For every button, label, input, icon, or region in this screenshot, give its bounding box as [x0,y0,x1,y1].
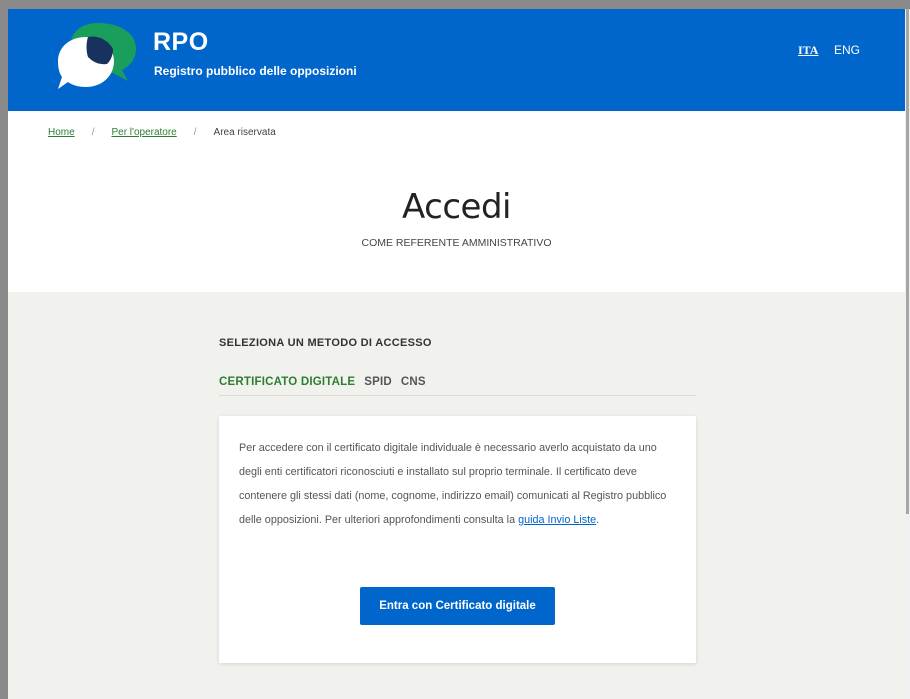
page-viewport: RPO Registro pubblico delle opposizioni … [8,9,905,699]
tab-certificato-digitale[interactable]: CERTIFICATO DIGITALE [219,376,355,395]
tab-spid[interactable]: SPID [364,376,392,395]
tab-cns[interactable]: CNS [401,376,426,395]
breadcrumb: Home / Per l'operatore / Area riservata [48,127,276,138]
scrollbar-thumb[interactable] [906,9,909,514]
speech-bubbles-logo-icon[interactable] [58,19,140,94]
site-subtitle: Registro pubblico delle opposizioni [154,64,357,78]
language-ita-link[interactable]: ITA [798,43,818,58]
certificate-info-card: Per accedere con il certificato digitale… [219,416,696,663]
page-title: Accedi [402,187,512,227]
login-certificate-button[interactable]: Entra con Certificato digitale [360,587,555,625]
breadcrumb-current: Area riservata [213,127,276,138]
site-header: RPO Registro pubblico delle opposizioni … [8,9,905,111]
page-subtitle: COME REFERENTE AMMINISTRATIVO [361,237,552,249]
info-text-before-link: Per accedere con il certificato digitale… [239,442,667,526]
guida-invio-liste-link[interactable]: guida Invio Liste [518,514,596,526]
access-method-heading: SELEZIONA UN METODO DI ACCESSO [219,337,432,349]
access-section: SELEZIONA UN METODO DI ACCESSO CERTIFICA… [8,292,905,699]
breadcrumb-home-link[interactable]: Home [48,127,75,138]
breadcrumb-separator: / [193,127,197,138]
access-method-tabs: CERTIFICATO DIGITALE SPID CNS [219,376,696,396]
certificate-info-text: Per accedere con il certificato digitale… [239,436,679,532]
info-text-after-link: . [596,514,600,526]
site-title[interactable]: RPO [153,28,209,57]
page-scrollbar[interactable] [905,9,910,699]
breadcrumb-separator: / [91,127,95,138]
breadcrumb-operatore-link[interactable]: Per l'operatore [111,127,176,138]
language-eng-link[interactable]: ENG [834,43,860,57]
